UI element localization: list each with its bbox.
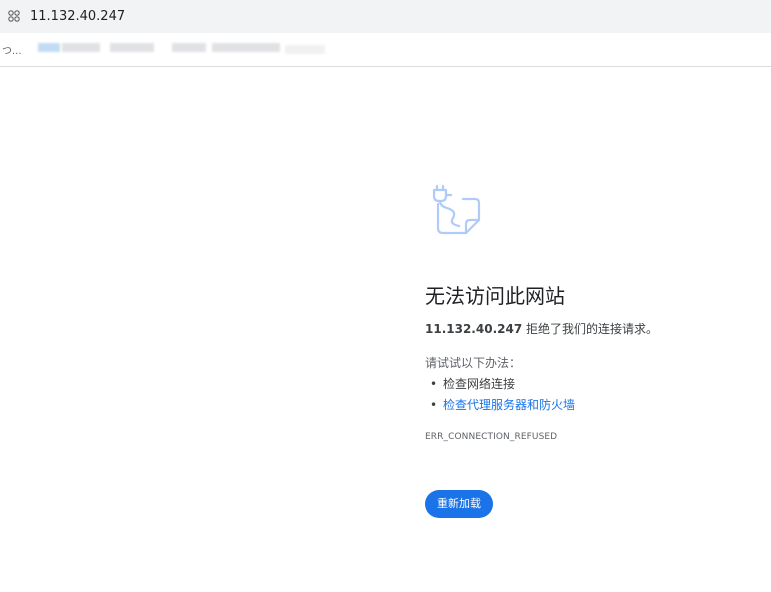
- bookmark-item[interactable]: つ...: [2, 42, 22, 57]
- bookmark-item-blurred[interactable]: [62, 43, 100, 52]
- bookmark-item-blurred[interactable]: [110, 43, 154, 52]
- bookmark-item-blurred[interactable]: [212, 43, 280, 52]
- error-code: ERR_CONNECTION_REFUSED: [425, 432, 558, 442]
- error-host: 11.132.40.247: [425, 322, 523, 336]
- suggestion-check-network: 检查网络连接: [425, 374, 575, 395]
- disconnected-plug-icon: [432, 184, 481, 235]
- url-text[interactable]: 11.132.40.247: [30, 8, 125, 25]
- bookmark-item-blurred[interactable]: [38, 43, 60, 52]
- suggestions-title: 请试试以下办法：: [425, 356, 522, 370]
- reload-button[interactable]: 重新加载: [425, 490, 493, 518]
- address-bar[interactable]: 11.132.40.247: [0, 0, 771, 33]
- page-title: 无法访问此网站: [425, 284, 565, 308]
- bookmark-item-blurred[interactable]: [285, 45, 325, 54]
- error-description: 11.132.40.247 拒绝了我们的连接请求。: [425, 320, 658, 337]
- bookmark-item-blurred[interactable]: [172, 43, 206, 52]
- suggestions-list: 检查网络连接 检查代理服务器和防火墙: [425, 374, 575, 416]
- bookmarks-bar: つ...: [0, 33, 771, 67]
- error-description-text: 拒绝了我们的连接请求。: [522, 322, 658, 336]
- site-settings-icon[interactable]: [8, 10, 20, 22]
- suggestion-check-proxy-link[interactable]: 检查代理服务器和防火墙: [425, 395, 575, 416]
